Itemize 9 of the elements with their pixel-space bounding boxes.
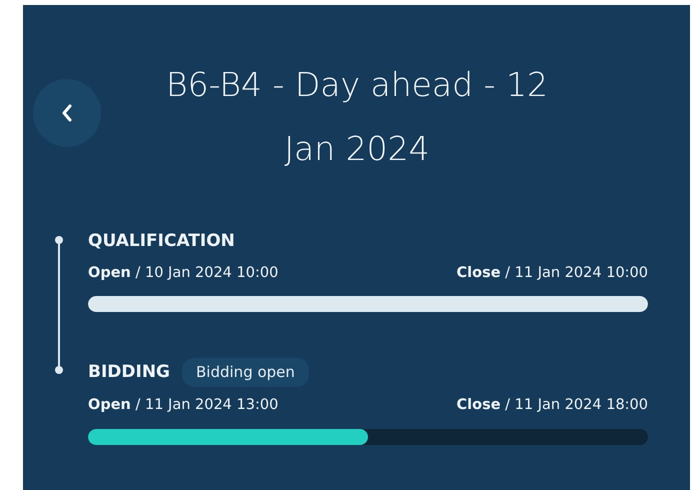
- stage-title: BIDDING: [88, 360, 170, 384]
- open-date: Open / 10 Jan 2024 10:00: [88, 264, 278, 282]
- page-title: B6-B4 - Day ahead - 12 Jan 2024: [165, 64, 549, 170]
- open-date: Open / 11 Jan 2024 13:00: [88, 396, 278, 415]
- chevron-left-icon: [61, 104, 73, 122]
- status-badge: Bidding open: [182, 358, 309, 387]
- close-date: Close / 11 Jan 2024 10:00: [456, 264, 648, 282]
- stage-title: QUALIFICATION: [88, 230, 235, 253]
- close-date: Close / 11 Jan 2024 18:00: [456, 396, 648, 415]
